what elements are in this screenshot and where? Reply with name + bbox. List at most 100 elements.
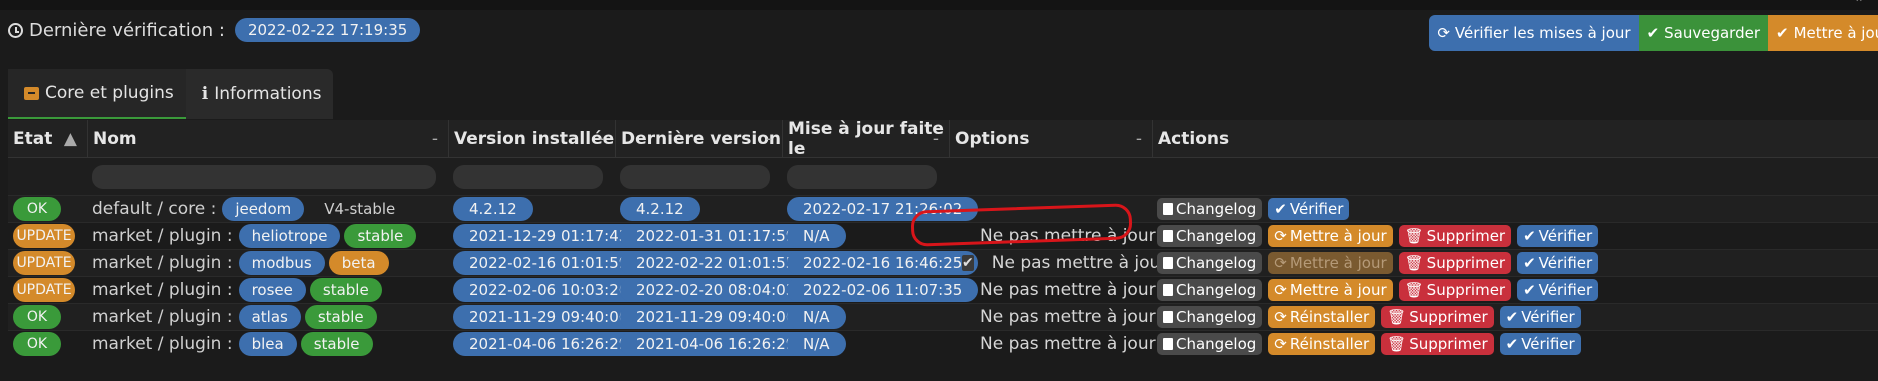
delete-button[interactable]: 🗑 Supprimer (1398, 252, 1512, 274)
updates-table: Etat ▲ Nom - Version installée - Dernière v… (8, 118, 1878, 357)
actions-cell: Changelog ⟳ Réinstaller 🗑 Supprimer ✔ Vérifier (1152, 331, 1878, 357)
reinstall-button[interactable]: ⟳ Réinstaller (1268, 333, 1376, 355)
updated-date: N/A (787, 224, 846, 248)
changelog-button[interactable]: Changelog (1157, 198, 1263, 220)
verify-label: Vérifier (1521, 335, 1575, 353)
update-button[interactable]: ✔Mettre à jour (1768, 15, 1878, 51)
save-button[interactable]: ✔ Sauvegarder (1638, 15, 1768, 51)
column-version-installee[interactable]: Version installée - (448, 120, 615, 157)
no-update-checkbox[interactable]: ✔ (962, 255, 974, 271)
changelog-label: Changelog (1176, 335, 1257, 353)
table-row: UPDATE market / plugin : rosee stable 2022… (8, 276, 1878, 303)
column-mise-a-jour[interactable]: Mise à jour faite le - (782, 118, 949, 159)
delete-button[interactable]: 🗑 Supprimer (1398, 279, 1512, 301)
filter-cell-latest (615, 158, 782, 195)
source-label: market / plugin : (92, 280, 233, 300)
refresh-icon: ⟳ (1274, 308, 1287, 326)
update-button[interactable]: ⟳ Mettre à jour (1268, 279, 1393, 301)
verify-label: Vérifier (1538, 254, 1593, 272)
delete-button[interactable]: 🗑 Supprimer (1381, 333, 1494, 355)
table-header: Etat ▲ Nom - Version installée - Dernière v… (8, 118, 1878, 159)
changelog-button[interactable]: Changelog (1157, 333, 1263, 355)
check-icon: ✔ (1505, 335, 1519, 353)
options-cell: Ne pas mettre à jour (949, 304, 1156, 330)
filter-cell-options (949, 158, 1152, 195)
state-cell: UPDATE (8, 277, 87, 303)
column-actions[interactable]: Actions (1152, 120, 1878, 157)
options-cell: Ne pas mettre à jour (949, 331, 1156, 357)
changelog-button[interactable]: Changelog (1157, 279, 1263, 301)
verify-button[interactable]: ✔ Vérifier (1499, 333, 1581, 355)
filter-latest-input[interactable] (620, 164, 770, 189)
actions-cell: Changelog ⟳ Mettre à jour 🗑 Supprimer ✔ Vérifi… (1152, 250, 1878, 276)
column-actions-label: Actions (1158, 128, 1230, 149)
state-badge: UPDATE (13, 224, 75, 248)
column-derniere-version[interactable]: Dernière version - (615, 120, 782, 157)
info-icon: i (201, 84, 209, 104)
book-icon (1163, 257, 1173, 269)
verify-button[interactable]: ✔ Vérifier (1499, 306, 1581, 328)
last-check-label: Dernière vérification : (29, 19, 225, 41)
refresh-icon: ⟳ (1274, 335, 1287, 353)
delete-button[interactable]: 🗑 Supprimer (1398, 225, 1512, 247)
delete-label: Supprimer (1409, 308, 1488, 326)
verify-button[interactable]: ✔ Vérifier (1517, 279, 1599, 301)
reinstall-button[interactable]: ⟳ Réinstaller (1268, 306, 1376, 328)
column-mise-a-jour-label: Mise à jour faite le (788, 118, 944, 159)
plugin-badge: atlas (238, 305, 301, 329)
tab-informations-label: Informations (214, 84, 322, 104)
filter-updated-input[interactable] (787, 164, 937, 189)
column-version-installee-label: Version installée (454, 128, 615, 149)
verify-button[interactable]: ✔ Vérifier (1268, 198, 1350, 220)
actions-cell: Changelog ⟳ Mettre à jour 🗑 Supprimer ✔ Vérifi… (1152, 277, 1878, 303)
plugin-badge: jeedom (222, 197, 305, 221)
book-icon (1163, 311, 1173, 323)
filter-nom-input[interactable] (92, 164, 436, 189)
column-etat[interactable]: Etat ▲ (8, 120, 87, 157)
update-button[interactable]: ⟳ Mettre à jour (1268, 225, 1393, 247)
changelog-button[interactable]: Changelog (1157, 252, 1263, 274)
filter-cell-actions (1152, 158, 1878, 195)
delete-label: Supprimer (1409, 335, 1488, 353)
delete-button[interactable]: 🗑 Supprimer (1381, 306, 1494, 328)
check-circle-icon: ✔ (1646, 24, 1660, 42)
changelog-button[interactable]: Changelog (1157, 306, 1263, 328)
column-derniere-version-label: Dernière version (621, 128, 782, 149)
top-strip: ⌃ (0, 0, 1878, 10)
filter-row (8, 158, 1878, 195)
state-cell: OK (8, 331, 87, 357)
no-update-label: Ne pas mettre à jour (980, 307, 1156, 327)
refresh-icon: ⟳ (1274, 227, 1287, 245)
name-cell: market / plugin : heliotrope stable (87, 223, 448, 249)
tab-informations[interactable]: i Informations (186, 69, 334, 119)
column-etat-label: Etat (13, 128, 53, 149)
trash-icon: 🗑 (1387, 308, 1407, 326)
verify-button[interactable]: ✔ Vérifier (1517, 252, 1599, 274)
plugin-badge: blea (238, 332, 297, 356)
column-nom[interactable]: Nom - (87, 120, 448, 157)
trash-icon: 🗑 (1404, 281, 1424, 299)
branch-badge: beta (328, 251, 389, 275)
top-buttons: ⟳ Vérifier les mises à jour ✔ Sauvegarder … (1429, 15, 1878, 51)
latest-cell: 2022-02-20 08:04:03 (615, 277, 812, 303)
actions-cell: Changelog ⟳ Réinstaller 🗑 Supprimer ✔ Vérifier (1152, 304, 1878, 330)
filter-installed-input[interactable] (453, 164, 603, 189)
check-icon: ✔ (1776, 24, 1789, 42)
source-label: market / plugin : (92, 253, 233, 273)
column-menu-icon: - (765, 128, 772, 149)
tab-core-plugins[interactable]: Core et plugins (8, 69, 186, 119)
check-icon: ✔ (1523, 281, 1536, 299)
installed-cell: 2022-02-16 01:01:59 (448, 250, 645, 276)
changelog-label: Changelog (1176, 281, 1257, 299)
filter-cell-installed (448, 158, 615, 195)
delete-label: Supprimer (1426, 281, 1506, 299)
last-check: Dernière vérification : 2022-02-22 17:19… (8, 15, 421, 45)
update-button[interactable]: ⟳ Mettre à jour (1268, 252, 1393, 274)
installed-cell: 2021-12-29 01:17:43 (448, 223, 645, 249)
changelog-button[interactable]: Changelog (1157, 225, 1263, 247)
refresh-icon: ⟳ (1274, 281, 1287, 299)
verify-button[interactable]: ✔ Vérifier (1517, 225, 1599, 247)
column-options[interactable]: Options - (949, 120, 1152, 157)
check-updates-button[interactable]: ⟳ Vérifier les mises à jour (1429, 15, 1639, 51)
name-cell: default / core : jeedom V4-stable (87, 196, 448, 222)
